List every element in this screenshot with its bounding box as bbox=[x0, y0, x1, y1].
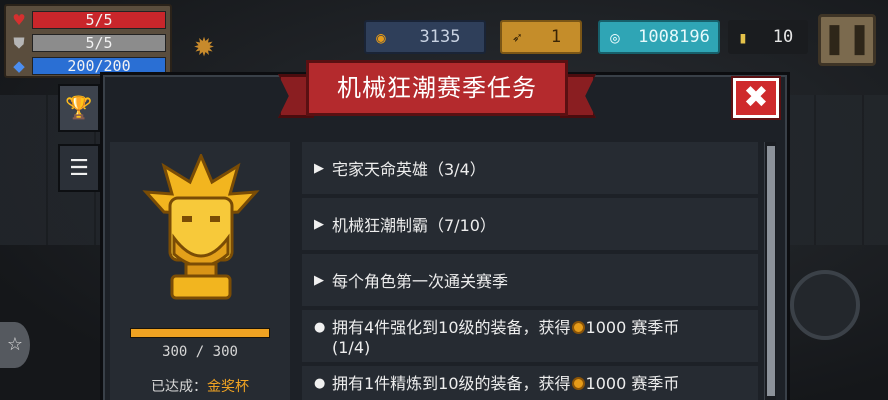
task-item[interactable]: ▶ 每个角色第一次通关赛季 bbox=[302, 254, 758, 306]
trophy-progress-text: 300 / 300 bbox=[162, 344, 238, 360]
expand-arrow-icon: ▶ bbox=[314, 160, 324, 176]
star-icon: ☆ bbox=[6, 334, 24, 355]
bullet-icon: ● bbox=[314, 320, 326, 335]
fish-value: 1 bbox=[550, 27, 562, 47]
armor-bar: 5/5 bbox=[32, 34, 166, 52]
shield-icon: ⛊ bbox=[13, 34, 25, 52]
tab-task-list[interactable]: ☰ bbox=[58, 144, 100, 192]
achieved-label: 已达成： bbox=[151, 379, 207, 395]
expand-arrow-icon: ▶ bbox=[314, 216, 324, 232]
player-stats-panel: ♥ 5/5 ⛊ 5/5 ◆ 200/200 bbox=[4, 4, 172, 78]
side-star-button[interactable]: ☆ bbox=[0, 322, 30, 368]
season-coin-icon bbox=[571, 321, 585, 334]
task-item[interactable]: ▶ 宅家天命英雄（3/4） bbox=[302, 142, 758, 194]
season-coin-icon bbox=[571, 377, 585, 390]
modal-title: 机械狂潮赛季任务 bbox=[306, 60, 568, 116]
task-text: 每个角色第一次通关赛季 bbox=[332, 272, 509, 291]
gem-icon: ◎ bbox=[610, 27, 620, 47]
task-text: 机械狂潮制霸（7/10） bbox=[332, 216, 496, 235]
trophy-progress-fill bbox=[131, 329, 269, 337]
trophy-panel: 300 / 300 已达成：金奖杯 bbox=[110, 142, 290, 400]
task-item: ● 拥有1件精炼到10级的装备，获得 1000 赛季币 bbox=[302, 366, 758, 400]
task-text: 宅家天命英雄（3/4） bbox=[332, 160, 486, 179]
spiky-helm-icon: ✹ bbox=[193, 33, 215, 63]
gems-badge: ◎ 1008196 bbox=[598, 20, 720, 54]
hp-row: ♥ 5/5 bbox=[10, 9, 166, 31]
skill-button[interactable] bbox=[790, 270, 860, 340]
coin-icon: ◉ bbox=[376, 27, 386, 47]
fish-badge: ➶ 1 bbox=[500, 20, 582, 54]
diamond-icon: ◆ bbox=[13, 57, 25, 75]
scroll-thumb[interactable] bbox=[767, 146, 775, 396]
pause-icon: ❚❚ bbox=[821, 21, 873, 56]
trophy-icon: 🏆 bbox=[65, 95, 93, 121]
fish-icon: ➶ bbox=[512, 27, 522, 47]
coins-badge: ◉ 3135 bbox=[364, 20, 486, 54]
pause-button[interactable]: ❚❚ bbox=[818, 14, 876, 66]
tab-trophy[interactable]: 🏆 bbox=[58, 84, 100, 132]
close-button[interactable]: ✖ bbox=[731, 76, 781, 120]
achieved-status: 已达成：金奖杯 bbox=[110, 376, 290, 396]
armor-row: ⛊ 5/5 bbox=[10, 32, 166, 54]
tokens-badge: ▮ 10 bbox=[728, 20, 808, 54]
tokens-value: 10 bbox=[772, 27, 794, 47]
expand-arrow-icon: ▶ bbox=[314, 272, 324, 288]
gold-trophy-image bbox=[142, 154, 260, 300]
task-list[interactable]: ▶ 宅家天命英雄（3/4） ▶ 机械狂潮制霸（7/10） ▶ 每个角色第一次通关… bbox=[302, 142, 760, 400]
close-icon: ✖ bbox=[743, 80, 769, 115]
bullet-icon: ● bbox=[314, 376, 326, 391]
gems-value: 1008196 bbox=[638, 27, 710, 47]
task-item: ● 拥有4件强化到10级的装备，获得 1000 赛季币 (1/4) bbox=[302, 310, 758, 362]
achieved-value: 金奖杯 bbox=[207, 379, 249, 395]
trophy-progress-bar bbox=[130, 328, 270, 338]
heart-icon: ♥ bbox=[12, 11, 26, 29]
task-item[interactable]: ▶ 机械狂潮制霸（7/10） bbox=[302, 198, 758, 250]
task-list-scrollbar[interactable] bbox=[764, 142, 776, 400]
list-icon: ☰ bbox=[69, 155, 89, 181]
coins-value: 3135 bbox=[419, 27, 461, 47]
task-text: 拥有4件强化到10级的装备，获得 1000 赛季币 (1/4) bbox=[332, 318, 680, 357]
modal-side-tabs: 🏆 ☰ bbox=[58, 84, 100, 204]
hp-bar: 5/5 bbox=[32, 11, 166, 29]
token-icon: ▮ bbox=[738, 27, 748, 47]
task-text: 拥有1件精炼到10级的装备，获得 1000 赛季币 bbox=[332, 374, 680, 393]
